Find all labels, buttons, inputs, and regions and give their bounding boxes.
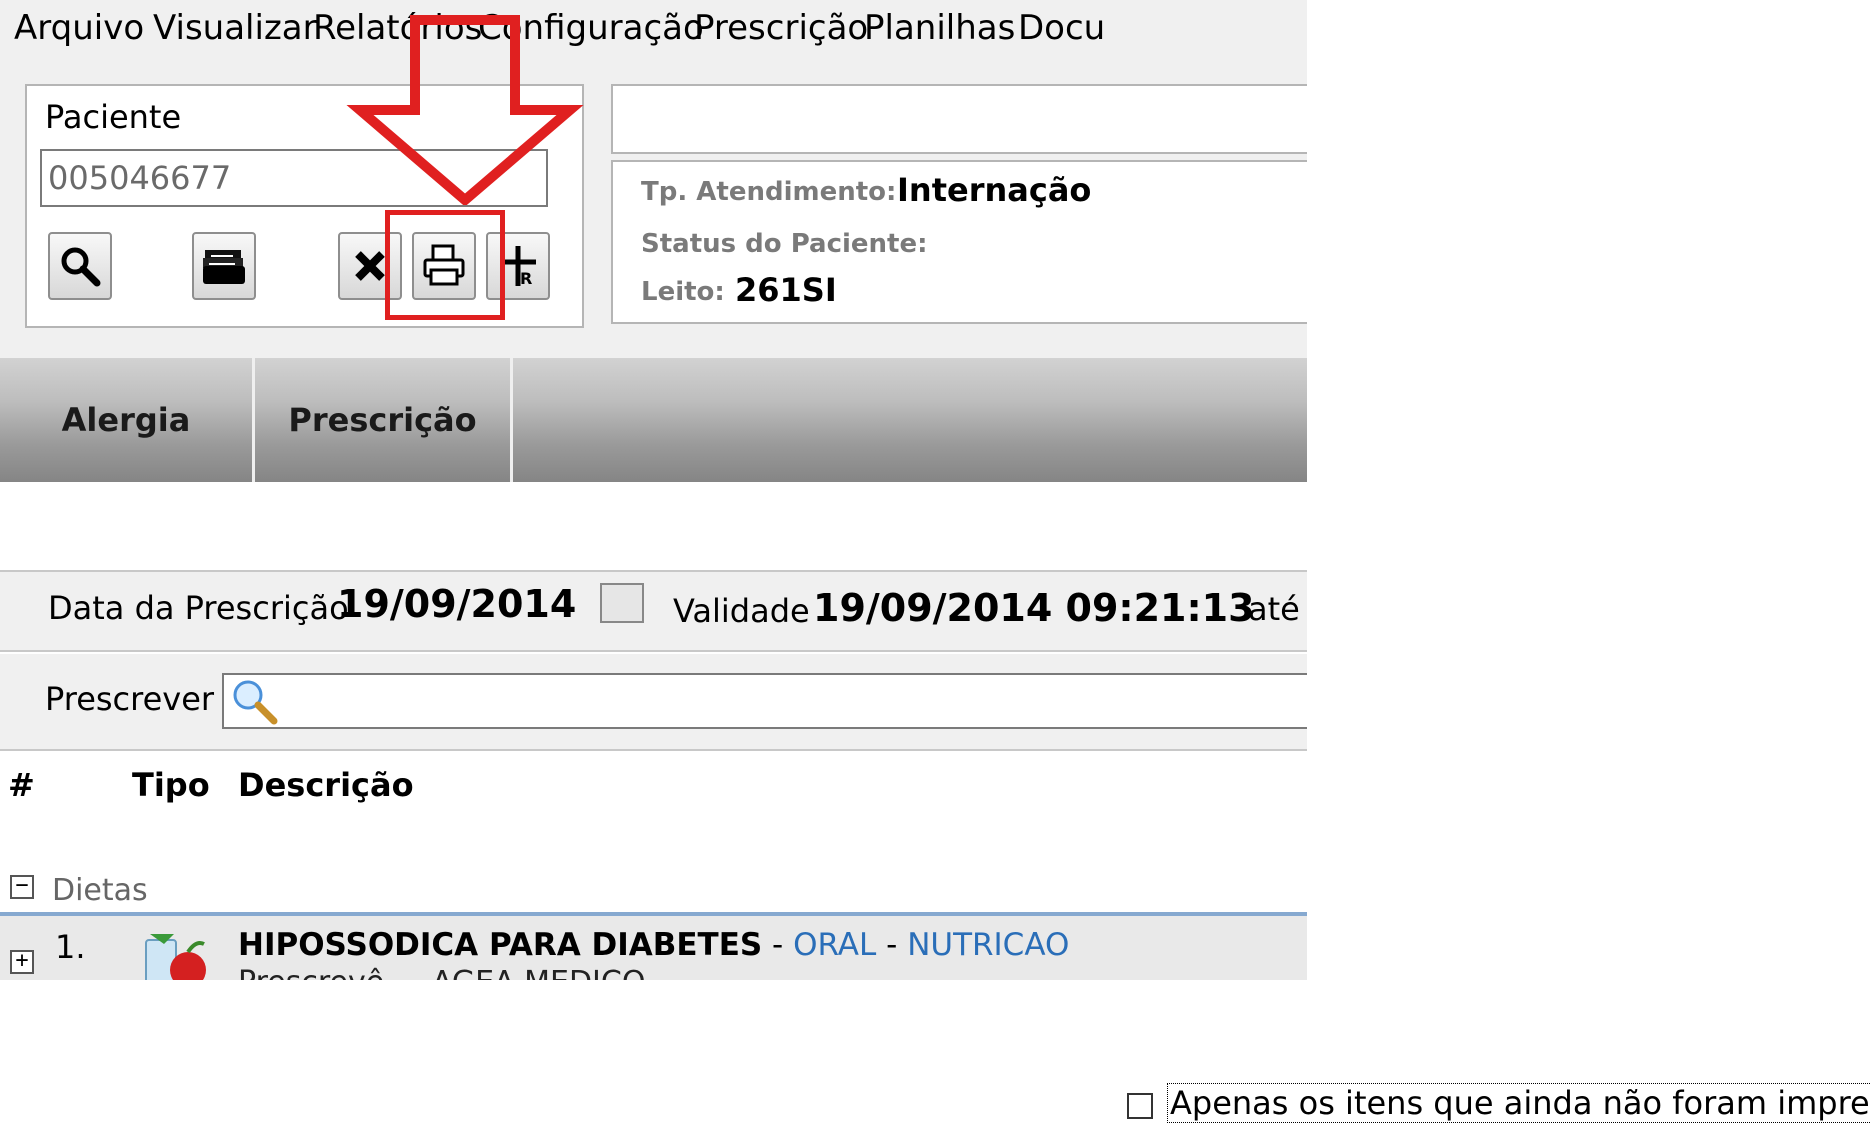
tp-atendimento-value: Internação bbox=[897, 171, 1092, 209]
leito-value: 261SI bbox=[735, 271, 837, 309]
diet-name: HIPOSSODICA PARA DIABETES bbox=[238, 927, 763, 963]
diet-category: NUTRICAO bbox=[907, 927, 1070, 963]
only-unprinted-checkbox[interactable] bbox=[1127, 1093, 1153, 1119]
prescrever-label: Prescrever bbox=[45, 680, 215, 718]
row-expand-toggle[interactable]: + bbox=[10, 950, 34, 974]
diet-food-icon bbox=[145, 934, 206, 980]
prescrever-search-input[interactable] bbox=[222, 673, 1307, 729]
tab-prescricao[interactable]: Prescrição bbox=[255, 358, 510, 482]
patient-label: Paciente bbox=[45, 98, 182, 136]
until-label: até bbox=[1248, 590, 1300, 628]
column-header-number: # bbox=[8, 766, 35, 804]
separator: - bbox=[876, 927, 908, 963]
leito-label: Leito: bbox=[641, 277, 725, 307]
group-label-dietas: Dietas bbox=[52, 873, 148, 908]
separator: - bbox=[762, 927, 794, 963]
magnifier-icon bbox=[233, 680, 278, 725]
menu-visualizar[interactable]: Visualizar bbox=[153, 8, 317, 48]
records-button[interactable] bbox=[192, 232, 256, 300]
menu-prescricao[interactable]: Prescrição bbox=[694, 8, 868, 48]
diet-route: ORAL bbox=[793, 927, 877, 963]
prescription-date-value[interactable]: 19/09/2014 bbox=[337, 582, 576, 626]
tab-separator bbox=[510, 358, 513, 482]
calendar-icon[interactable] bbox=[600, 583, 644, 623]
row-number: 1. bbox=[55, 928, 86, 966]
menu-planilhas[interactable]: Planilhas bbox=[864, 8, 1015, 48]
column-header-descricao: Descrição bbox=[238, 766, 414, 804]
column-header-tipo: Tipo bbox=[132, 766, 210, 804]
row-subtext: Prescrevê ... AGEA MEDICO bbox=[238, 965, 645, 980]
search-button[interactable] bbox=[48, 232, 112, 300]
menu-documentos[interactable]: Docu bbox=[1018, 8, 1105, 48]
only-unprinted-label[interactable]: Apenas os itens que ainda não foram impr… bbox=[1167, 1083, 1871, 1123]
validity-label: Validade bbox=[673, 592, 810, 630]
svg-text:R: R bbox=[520, 269, 532, 288]
prescription-date-label: Data da Prescrição bbox=[48, 589, 349, 627]
folder-stack-icon bbox=[203, 250, 245, 284]
red-arrow-annotation bbox=[346, 15, 584, 205]
row-description[interactable]: HIPOSSODICA PARA DIABETES - ORAL - NUTRI… bbox=[238, 927, 1069, 963]
info-top-field bbox=[611, 84, 1307, 154]
menu-arquivo[interactable]: Arquivo bbox=[14, 8, 144, 48]
tab-alergia[interactable]: Alergia bbox=[0, 358, 252, 482]
app-window: Arquivo Visualizar Relatórios Configuraç… bbox=[0, 0, 1307, 980]
validity-value: 19/09/2014 09:21:13 bbox=[813, 586, 1255, 630]
group-collapse-toggle[interactable]: − bbox=[10, 875, 34, 899]
print-highlight-box bbox=[385, 210, 505, 320]
status-label: Status do Paciente: bbox=[641, 229, 928, 259]
search-icon bbox=[61, 247, 101, 287]
close-icon bbox=[355, 251, 385, 281]
tp-atendimento-label: Tp. Atendimento: bbox=[641, 177, 897, 207]
